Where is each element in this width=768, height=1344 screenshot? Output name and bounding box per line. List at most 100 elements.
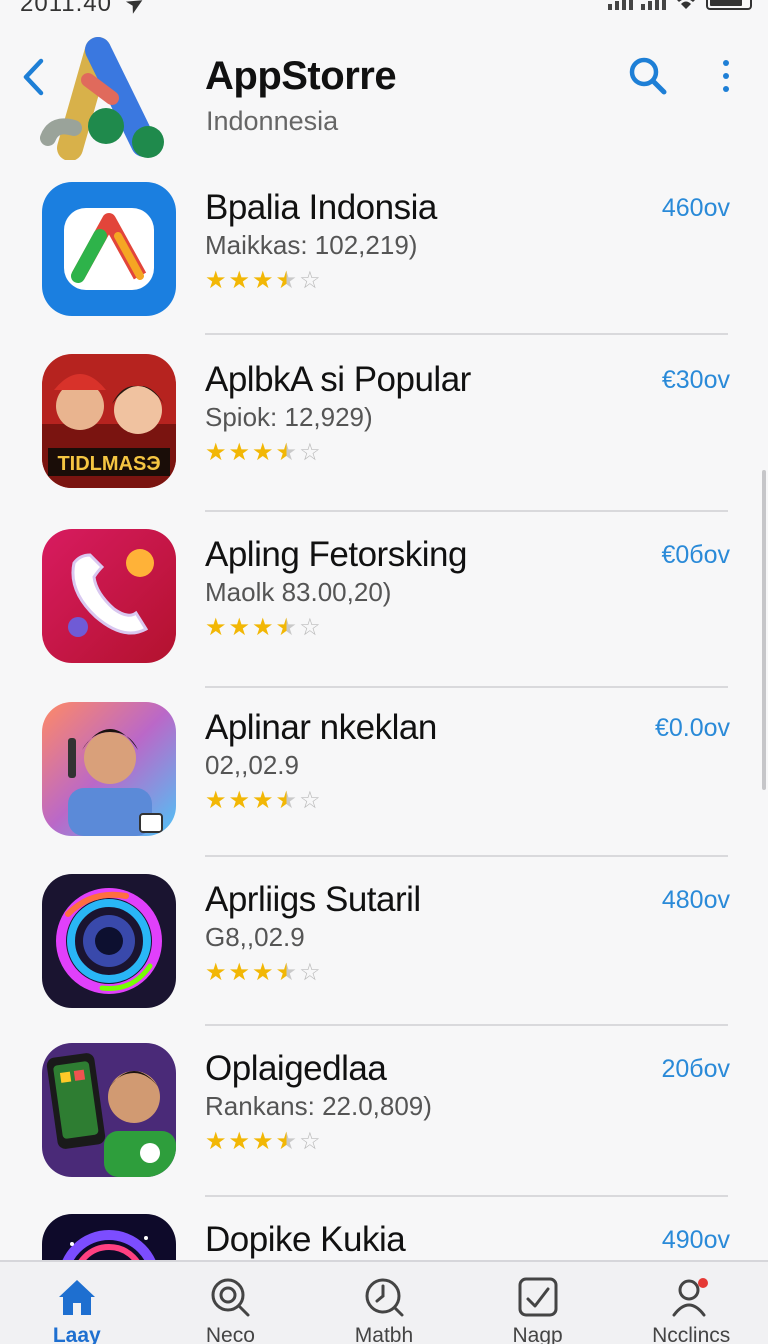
app-list[interactable]: Bpalia Indonsia Maikkas: 102,219) ★ ★ ★ ★ ☆ … <box>0 176 768 1260</box>
notification-dot <box>698 1278 709 1288</box>
app-name: AplbkA si Popular <box>205 360 471 399</box>
more-vertical-icon-dot <box>723 73 729 79</box>
app-icon-kukia <box>42 1214 176 1260</box>
home-icon <box>54 1274 100 1320</box>
battery-icon <box>706 0 752 10</box>
app-list-item[interactable]: Aplinar nkeklan 02,,02.9 ★ ★ ★ ★ ☆ €0.0ov <box>0 696 768 866</box>
star-icon: ★ <box>252 267 274 294</box>
app-store-logo <box>40 37 164 160</box>
tab-updates[interactable]: Matbh <box>314 1262 454 1344</box>
navigation-arrow-icon: ➤ <box>120 0 151 20</box>
star-icon: ★ <box>228 959 251 986</box>
app-list-item[interactable]: Dopike Kukia 490ov <box>0 1208 768 1260</box>
app-price[interactable]: 20бov <box>661 1055 730 1084</box>
app-price[interactable]: 480ov <box>662 886 730 915</box>
star-icon: ★ <box>205 787 227 814</box>
star-rating: ★ ★ ★ ★ ☆ <box>205 266 321 295</box>
app-meta: Maolk 83.00,20) <box>205 577 392 607</box>
wifi-icon <box>677 0 695 9</box>
app-list-item[interactable]: Apling Fetorsking Maolk 83.00,20) ★ ★ ★ ★ ☆ … <box>0 523 768 693</box>
app-meta: Spiok: 12,929) <box>205 402 373 432</box>
star-rating: ★ ★ ★ ★ ☆ <box>205 786 321 815</box>
star-icon: ★ <box>228 1128 251 1155</box>
star-empty-icon: ☆ <box>299 1128 321 1155</box>
divider <box>205 510 728 512</box>
star-icon: ★ <box>228 787 251 814</box>
app-meta: Maikkas: 102,219) <box>205 230 418 260</box>
tab-label: Neco <box>205 1324 255 1344</box>
app-icon-popular: TIDLMASЭ <box>42 354 176 488</box>
star-empty-icon: ☆ <box>299 614 321 641</box>
app-price[interactable]: €0бov <box>661 541 730 570</box>
app-price[interactable]: €0.0ov <box>655 714 730 743</box>
star-icon: ★ <box>205 1128 227 1155</box>
star-icon: ★ <box>205 614 227 641</box>
search-button[interactable] <box>626 54 670 98</box>
star-icon: ★ <box>228 614 251 641</box>
star-icon: ★ <box>252 787 274 814</box>
star-empty-icon: ☆ <box>299 787 321 814</box>
app-icon-sutaril <box>42 874 176 1008</box>
star-icon: ★ <box>228 439 251 466</box>
tab-search[interactable]: Neco <box>160 1262 300 1344</box>
star-icon: ★ <box>205 267 227 294</box>
app-list-item[interactable]: Oplaigedlaa Rankans: 22.0,809) ★ ★ ★ ★ ☆ 20б… <box>0 1037 768 1207</box>
app-name: Oplaigedlaa <box>205 1049 387 1088</box>
checkbox-icon <box>515 1274 561 1320</box>
divider <box>205 333 728 335</box>
app-name: Aprliigs Sutaril <box>205 880 421 919</box>
tab-label: Laay <box>52 1324 101 1344</box>
app-meta: 02,,02.9 <box>205 750 299 780</box>
star-half-icon: ★ <box>275 1128 298 1155</box>
app-meta: G8,,02.9 <box>205 922 305 952</box>
status-time: 2011.40 ➤ <box>20 0 150 19</box>
star-icon: ★ <box>228 267 251 294</box>
app-icon-nkeklan <box>42 702 176 836</box>
app-list-item[interactable]: TIDLMASЭ AplbkA si Popular Spiok: 12,929… <box>0 348 768 518</box>
profile-icon <box>668 1274 714 1320</box>
star-half-icon: ★ <box>275 614 298 641</box>
star-icon: ★ <box>205 959 227 986</box>
divider <box>205 1024 728 1026</box>
more-options-button[interactable] <box>712 56 740 96</box>
cellular-signal-icon <box>608 0 633 10</box>
star-icon: ★ <box>252 1128 274 1155</box>
more-vertical-icon-dot <box>723 60 729 66</box>
tab-label: Matbh <box>354 1324 414 1344</box>
app-icon-fetorsking <box>42 529 176 663</box>
star-half-icon: ★ <box>275 787 298 814</box>
app-icon-text: TIDLMASЭ <box>57 453 160 475</box>
app-price[interactable]: 460ov <box>662 194 730 223</box>
scrollbar[interactable] <box>762 470 766 790</box>
divider <box>205 1195 728 1197</box>
tab-profile[interactable]: Ncclincs <box>621 1262 761 1344</box>
app-icon-bpalia <box>42 182 176 316</box>
page-title: AppStorre <box>205 54 397 98</box>
star-half-icon: ★ <box>275 439 298 466</box>
star-empty-icon: ☆ <box>299 439 321 466</box>
divider <box>205 686 728 688</box>
app-price[interactable]: €30ov <box>662 366 730 395</box>
cellular-signal-icon-2 <box>641 0 666 10</box>
app-meta: Rankans: 22.0,809) <box>205 1091 432 1121</box>
status-time-text: 2011.40 <box>20 0 112 17</box>
search-icon <box>629 57 667 95</box>
star-icon: ★ <box>205 439 227 466</box>
star-icon: ★ <box>252 439 274 466</box>
tab-label: Ncclincs <box>652 1324 731 1344</box>
status-bar: 2011.40 ➤ <box>0 0 768 20</box>
app-list-item[interactable]: Aprliigs Sutaril G8,,02.9 ★ ★ ★ ★ ☆ 480ov <box>0 868 768 1038</box>
app-price[interactable]: 490ov <box>662 1226 730 1255</box>
tab-library[interactable]: Nagp <box>468 1262 608 1344</box>
star-half-icon: ★ <box>275 267 298 294</box>
header: AppStorre Indonnesia <box>0 30 768 160</box>
app-name: Apling Fetorsking <box>205 535 467 574</box>
star-empty-icon: ☆ <box>299 959 321 986</box>
app-icon-oplaigedlaa <box>42 1043 176 1177</box>
divider <box>205 855 728 857</box>
star-rating: ★ ★ ★ ★ ☆ <box>205 613 321 642</box>
tab-home[interactable]: Laay <box>7 1262 147 1344</box>
star-rating: ★ ★ ★ ★ ☆ <box>205 958 321 987</box>
app-list-item[interactable]: Bpalia Indonsia Maikkas: 102,219) ★ ★ ★ ★ ☆ … <box>0 176 768 346</box>
more-vertical-icon-dot <box>723 86 729 92</box>
